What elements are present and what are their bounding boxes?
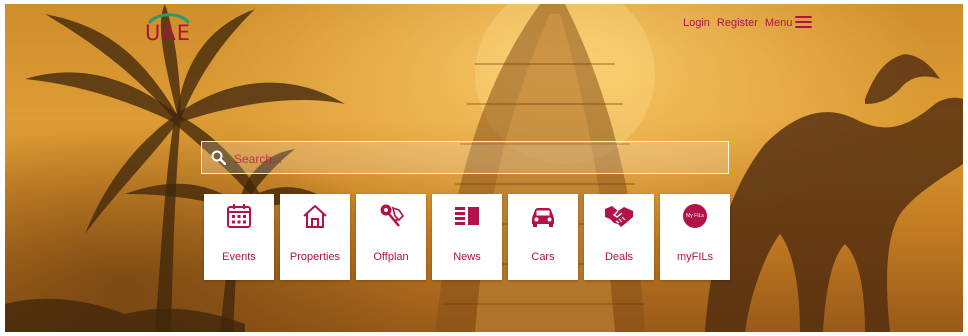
myfils-badge-icon: My FILs bbox=[683, 204, 707, 228]
tile-label: myFILs bbox=[676, 251, 714, 263]
search-icon[interactable] bbox=[211, 150, 226, 165]
tile-label: Properties bbox=[289, 251, 341, 263]
tile-deals[interactable]: Deals bbox=[584, 194, 654, 280]
house-icon bbox=[303, 205, 327, 228]
menu-link[interactable]: Menu bbox=[765, 17, 793, 29]
keys-icon bbox=[380, 204, 405, 227]
tile-label: Cars bbox=[531, 251, 555, 263]
newspaper-icon bbox=[455, 207, 479, 225]
search-bar bbox=[201, 141, 729, 175]
tile-news[interactable]: News bbox=[432, 194, 502, 280]
tile-label: News bbox=[453, 251, 481, 263]
login-link[interactable]: Login bbox=[683, 17, 710, 29]
tile-label: Events bbox=[222, 251, 256, 263]
top-navigation: Login Register Menu bbox=[683, 16, 813, 29]
tile-properties[interactable]: Properties bbox=[280, 194, 350, 280]
register-link[interactable]: Register bbox=[717, 17, 758, 29]
calendar-icon bbox=[227, 204, 251, 228]
tile-myfils[interactable]: My FILs myFILs bbox=[660, 194, 730, 280]
hamburger-menu-icon[interactable] bbox=[795, 16, 813, 29]
tile-offplan[interactable]: Offplan bbox=[356, 194, 426, 280]
hero-banner: UAE Login Register Menu Search... Events… bbox=[5, 4, 963, 332]
uae-logo[interactable]: UAE bbox=[145, 10, 199, 45]
logo-text: UAE bbox=[145, 21, 192, 45]
car-icon bbox=[532, 208, 554, 227]
search-input[interactable] bbox=[232, 142, 716, 175]
tile-cars[interactable]: Cars bbox=[508, 194, 578, 280]
tile-label: Deals bbox=[604, 251, 634, 263]
tile-label: Offplan bbox=[373, 251, 409, 263]
tile-events[interactable]: Events bbox=[204, 194, 274, 280]
handshake-icon bbox=[605, 206, 633, 227]
